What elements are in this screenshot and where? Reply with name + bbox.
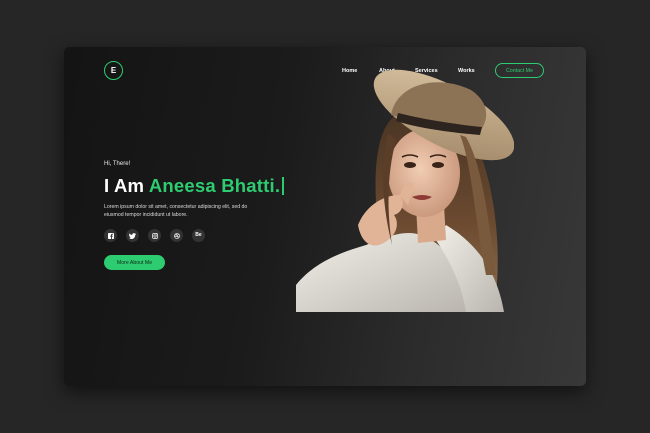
behance-icon[interactable]: Be xyxy=(192,229,205,242)
instagram-icon[interactable] xyxy=(148,229,161,242)
dribbble-icon[interactable] xyxy=(170,229,183,242)
profile-photo xyxy=(296,69,514,312)
hero-description: Lorem ipsum dolor sit amet, consectetur … xyxy=(104,204,248,218)
more-about-me-button[interactable]: More About Me xyxy=(104,255,165,270)
greeting-text: Hi, There! xyxy=(104,161,131,167)
headline-prefix: I Am xyxy=(104,175,149,196)
landing-page-card: E Home About Services Works Contact Me xyxy=(64,47,586,386)
headline-name: Aneesa Bhatti. xyxy=(148,175,281,196)
facebook-icon[interactable] xyxy=(104,229,117,242)
typing-caret xyxy=(282,177,284,195)
hero-headline: I Am Aneesa Bhatti. xyxy=(104,175,284,197)
twitter-icon[interactable] xyxy=(126,229,139,242)
